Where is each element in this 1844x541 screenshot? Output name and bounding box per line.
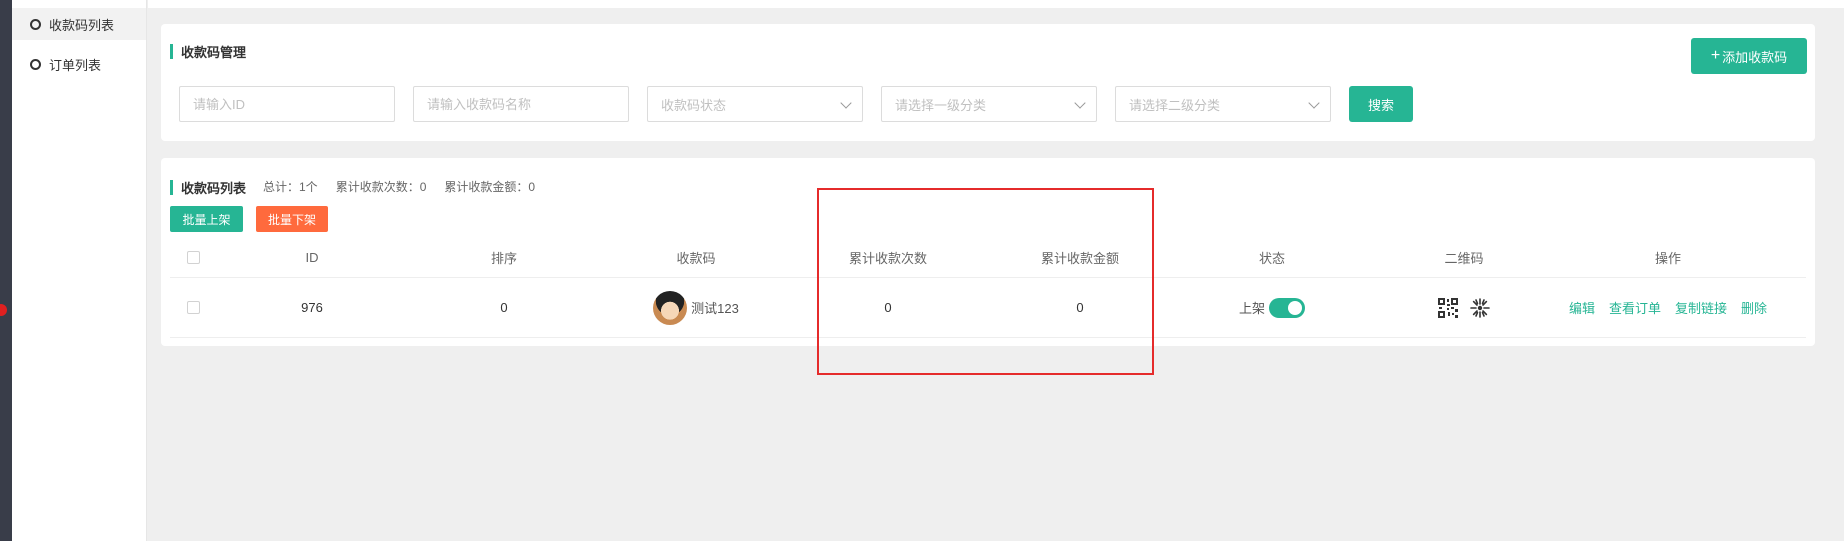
- filter-section-title: 收款码管理: [170, 42, 246, 61]
- toggle-knob: [1288, 300, 1302, 315]
- title-accent-bar: [170, 44, 173, 59]
- left-edge-strip: [0, 0, 12, 541]
- chevron-down-icon: [840, 97, 852, 109]
- add-code-button[interactable]: + 添加收款码: [1691, 38, 1807, 74]
- row-sort: 0: [500, 300, 508, 315]
- delete-link[interactable]: 删除: [1741, 298, 1767, 317]
- row-id: 976: [301, 300, 323, 315]
- stat-total: 总计：1个: [263, 180, 318, 194]
- add-code-button-label: 添加收款码: [1722, 49, 1788, 65]
- circle-icon: [30, 18, 41, 30]
- select-all-cell: [170, 238, 216, 277]
- sidebar-item-order-list[interactable]: 订单列表: [12, 48, 146, 80]
- col-amount: 累计收款金额: [1040, 251, 1119, 266]
- list-card: 收款码列表 总计：1个 累计收款次数：0 累计收款金额：0 批量上架 批量下架 …: [161, 158, 1815, 346]
- avatar: [653, 290, 688, 325]
- id-field: [179, 86, 395, 122]
- row-amount: 0: [1076, 300, 1084, 315]
- filter-card: 收款码管理 + 添加收款码 收款码状态 请选择一级分类 请选择二级分类 搜索: [161, 24, 1815, 141]
- list-section-title: 收款码列表: [170, 178, 246, 197]
- edit-link[interactable]: 编辑: [1569, 298, 1595, 317]
- chevron-down-icon: [1074, 97, 1086, 109]
- sidebar-item-label: 订单列表: [49, 57, 102, 73]
- plus-icon: +: [1710, 47, 1721, 64]
- status-label: 上架: [1238, 301, 1265, 316]
- col-actions: 操作: [1654, 251, 1681, 266]
- category2-select[interactable]: 请选择二级分类: [1115, 86, 1331, 122]
- col-qrcode: 二维码: [1444, 251, 1484, 266]
- col-status: 状态: [1258, 251, 1285, 266]
- list-title-text: 收款码列表: [181, 181, 247, 196]
- chevron-down-icon: [1308, 97, 1320, 109]
- row-code-name: 测试123: [691, 301, 739, 316]
- status-select[interactable]: 收款码状态: [647, 86, 863, 122]
- top-bar: [148, 0, 1844, 8]
- filter-title-text: 收款码管理: [181, 45, 247, 60]
- category1-select[interactable]: 请选择一级分类: [881, 86, 1097, 122]
- row-status: 上架: [1176, 278, 1368, 337]
- status-toggle[interactable]: [1269, 297, 1305, 318]
- sidebar-item-label: 收款码列表: [49, 17, 115, 33]
- stat-amount: 累计收款金额：0: [444, 180, 536, 194]
- circle-icon: [30, 58, 41, 70]
- category2-select-placeholder: 请选择二级分类: [1129, 97, 1221, 113]
- copy-link-link[interactable]: 复制链接: [1675, 298, 1727, 317]
- name-input[interactable]: [427, 96, 628, 112]
- category1-select-placeholder: 请选择一级分类: [895, 97, 987, 113]
- title-accent-bar: [170, 180, 173, 195]
- col-count: 累计收款次数: [848, 251, 927, 266]
- id-input[interactable]: [193, 96, 394, 112]
- batch-off-button[interactable]: 批量下架: [256, 206, 328, 232]
- view-orders-link[interactable]: 查看订单: [1609, 298, 1661, 317]
- row-checkbox[interactable]: [186, 301, 200, 314]
- select-all-checkbox[interactable]: [186, 251, 200, 264]
- row-code: 测试123: [600, 278, 792, 337]
- col-code: 收款码: [676, 251, 716, 266]
- sidebar-item-code-list[interactable]: 收款码列表: [12, 8, 146, 40]
- row-qrcode: [1368, 278, 1560, 337]
- name-field: [413, 86, 629, 122]
- col-sort: 排序: [490, 251, 517, 266]
- sidebar: 收款码列表 订单列表: [12, 0, 147, 541]
- row-select-cell: [170, 278, 216, 337]
- batch-on-button[interactable]: 批量上架: [170, 206, 243, 232]
- stat-count: 累计收款次数：0: [335, 180, 427, 194]
- row-actions: 编辑 查看订单 复制链接 删除: [1560, 278, 1776, 337]
- col-id: ID: [305, 250, 319, 265]
- table-header: ID 排序 收款码 累计收款次数 累计收款金额 状态 二维码 操作: [170, 238, 1806, 278]
- row-count: 0: [884, 300, 892, 315]
- table-row: 976 0 测试123 0 0 上架 编辑 查看订单 复制链接 删除: [170, 278, 1806, 338]
- mini-program-code-icon[interactable]: [1470, 297, 1490, 318]
- list-stats: 总计：1个 累计收款次数：0 累计收款金额：0: [263, 178, 535, 195]
- search-button[interactable]: 搜索: [1349, 86, 1413, 122]
- qrcode-icon[interactable]: [1438, 297, 1458, 318]
- status-select-placeholder: 收款码状态: [661, 97, 727, 113]
